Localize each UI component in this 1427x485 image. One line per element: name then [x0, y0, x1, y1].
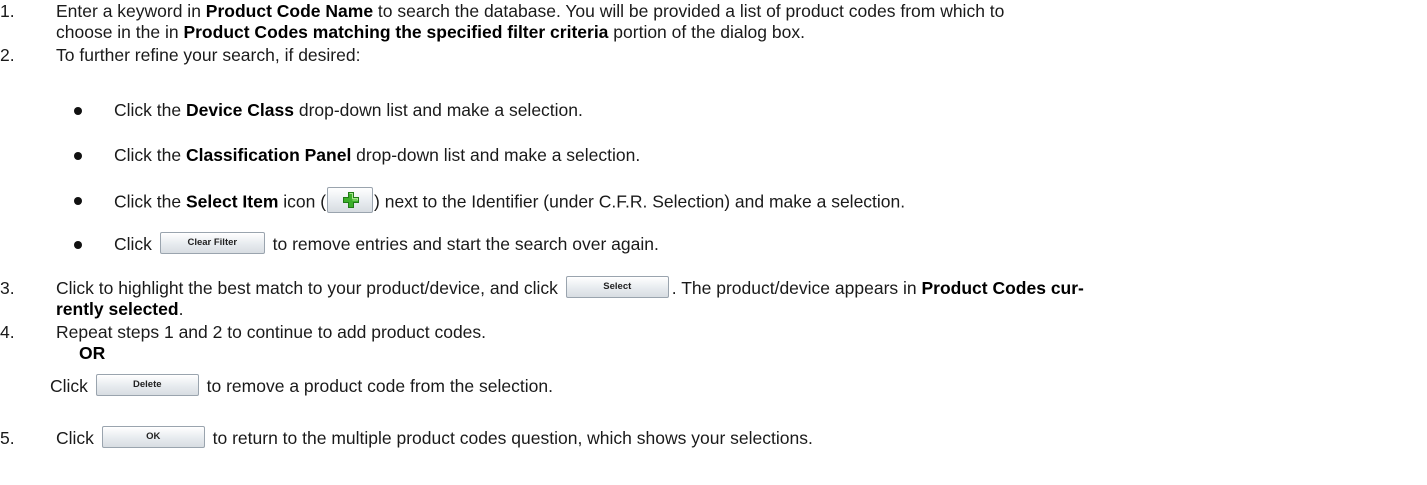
- step-3-number: 3.: [0, 278, 15, 298]
- plus-icon: [343, 192, 360, 208]
- bullet-4-dot: [74, 241, 82, 249]
- step-5-text: Click OK to return to the multiple produ…: [56, 426, 813, 449]
- product-codes-matching-label: Product Codes matching the specified fil…: [183, 22, 609, 42]
- clear-filter-button[interactable]: Clear Filter: [159, 232, 265, 255]
- step-1-text-d: choose in the in: [56, 22, 184, 42]
- step-1-line-2: choose in the in Product Codes matching …: [56, 22, 805, 43]
- select-button[interactable]: Select: [565, 276, 669, 299]
- bullet-3-dot: [74, 197, 82, 205]
- select-item-button[interactable]: [327, 187, 374, 213]
- bullet-1-text: Click the Device Class drop-down list an…: [114, 100, 583, 120]
- step-1-text-c: to search the database. You will be prov…: [373, 1, 1005, 21]
- bullet-2-text: Click the Classification Panel drop-down…: [114, 145, 641, 165]
- delete-button[interactable]: Delete: [95, 374, 199, 397]
- step-1-text-e: portion of the dialog box.: [608, 22, 805, 42]
- step-1-line-1: Enter a keyword in Product Code Name to …: [56, 1, 1004, 22]
- step-5-number: 5.: [0, 428, 15, 448]
- step-4-or: OR: [79, 343, 106, 363]
- bullet-4-text: Click Clear Filter to remove entries and…: [114, 232, 659, 255]
- bullet-1-dot: [74, 107, 82, 115]
- step-1-number: 1.: [0, 1, 15, 21]
- step-3-line-1: Click to highlight the best match to you…: [56, 276, 1084, 299]
- product-codes-currently-selected-label-1: Product Codes cur-: [921, 278, 1084, 298]
- bullet-2-dot: [74, 152, 82, 160]
- step-4-delete-line: Click Delete to remove a product code fr…: [50, 374, 553, 397]
- select-item-label: Select Item: [185, 191, 279, 212]
- product-codes-currently-selected-label-2: rently selected: [56, 299, 179, 319]
- device-class-label: Device Class: [185, 100, 294, 120]
- step-4-number: 4.: [0, 322, 15, 342]
- product-code-name-label: Product Code Name: [205, 1, 374, 21]
- step-3-line-2: rently selected.: [56, 299, 184, 319]
- step-4-text: Repeat steps 1 and 2 to continue to add …: [56, 322, 487, 342]
- ok-button[interactable]: OK: [101, 426, 205, 449]
- bullet-3-text: Click the Select Item icon () next to th…: [114, 187, 905, 216]
- step-2-number: 2.: [0, 45, 15, 65]
- step-1-text-a: Enter a keyword in: [56, 1, 206, 21]
- classification-panel-label: Classification Panel: [185, 145, 352, 165]
- step-2-text: To further refine your search, if desire…: [56, 45, 361, 65]
